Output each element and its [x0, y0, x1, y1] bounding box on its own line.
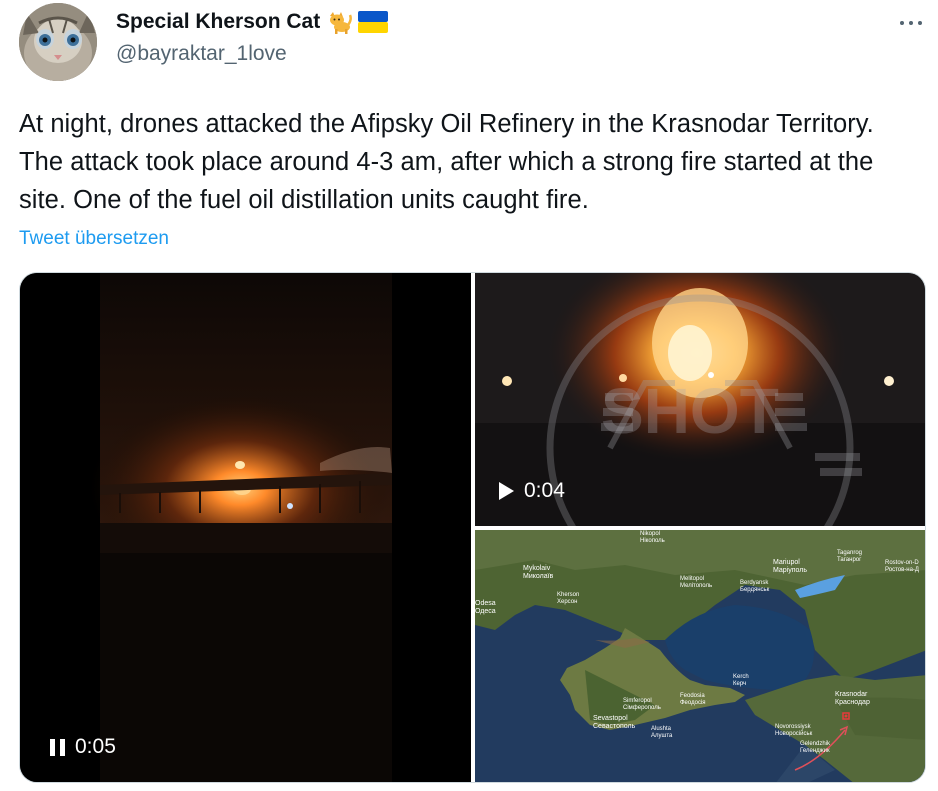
video-player-left[interactable]: 0:05 — [20, 273, 471, 782]
svg-text:Novorossiysk: Novorossiysk — [775, 724, 812, 730]
svg-text:Gelendzhik: Gelendzhik — [800, 741, 831, 747]
svg-text:Сімферополь: Сімферополь — [623, 705, 661, 711]
svg-text:Odesa: Odesa — [475, 600, 496, 607]
media-grid: 0:05 SHOT 0:04 Mykolaiv Миколаїв Odesa О… — [19, 272, 926, 783]
svg-text:Геленджик: Геленджик — [800, 748, 830, 754]
svg-text:Krasnodar: Krasnodar — [835, 691, 868, 698]
crimea-satellite-map: Mykolaiv Миколаїв Odesa Одеса Kherson Хе… — [475, 530, 925, 782]
svg-text:Таганрог: Таганрог — [837, 557, 862, 563]
author-handle[interactable]: @bayraktar_1love — [116, 42, 287, 66]
svg-text:Херсон: Херсон — [557, 599, 577, 605]
pause-icon[interactable] — [50, 738, 65, 756]
tweet-text: At night, drones attacked the Afipsky Oi… — [19, 110, 874, 214]
more-dot-icon — [918, 21, 922, 25]
svg-text:Нікополь: Нікополь — [640, 538, 665, 544]
video-player-right[interactable]: SHOT 0:04 — [475, 273, 925, 526]
refinery-fire-video-frame — [20, 273, 471, 782]
svg-text:Бердянськ: Бердянськ — [740, 587, 770, 593]
ukraine-flag-icon — [358, 11, 389, 33]
svg-text:Феодосія: Феодосія — [680, 700, 706, 706]
svg-text:Melitopol: Melitopol — [680, 576, 704, 582]
svg-text:Taganrog: Taganrog — [837, 550, 862, 556]
video-time-left: 0:05 — [75, 735, 116, 758]
svg-text:Маріуполь: Маріуполь — [773, 566, 807, 574]
translate-tweet-link[interactable]: Tweet übersetzen — [19, 228, 169, 250]
author-name[interactable]: Special Kherson Cat — [116, 10, 320, 34]
svg-text:Alushta: Alushta — [651, 726, 672, 732]
svg-text:Feodosia: Feodosia — [680, 693, 705, 699]
play-icon[interactable] — [499, 482, 514, 500]
video-time-right: 0:04 — [524, 479, 565, 502]
svg-text:Ростов-на-Д: Ростов-на-Д — [885, 567, 919, 573]
cat-avatar-image — [19, 3, 97, 81]
svg-text:Новоросійськ: Новоросійськ — [775, 730, 813, 737]
svg-text:Миколаїв: Миколаїв — [523, 573, 554, 580]
svg-text:Kerch: Kerch — [733, 674, 749, 680]
svg-text:Sevastopol: Sevastopol — [593, 715, 628, 722]
more-dot-icon — [909, 21, 913, 25]
svg-text:Nikopol: Nikopol — [640, 531, 660, 537]
svg-text:Simferopol: Simferopol — [623, 698, 652, 704]
map-image[interactable]: Mykolaiv Миколаїв Odesa Одеса Kherson Хе… — [475, 530, 925, 782]
cat-emoji-icon — [330, 12, 353, 34]
svg-text:Rostov-on-D: Rostov-on-D — [885, 560, 919, 566]
video-time-badge-left[interactable]: 0:05 — [50, 735, 116, 759]
more-dot-icon — [900, 21, 904, 25]
svg-text:Kherson: Kherson — [557, 592, 579, 598]
svg-text:SHOT: SHOT — [601, 375, 779, 447]
svg-text:Mariupol: Mariupol — [773, 559, 800, 566]
svg-text:Одеса: Одеса — [475, 608, 496, 615]
svg-text:Севастополь: Севастополь — [593, 723, 636, 730]
video-time-badge-right[interactable]: 0:04 — [499, 479, 565, 503]
svg-text:Керч: Керч — [733, 681, 746, 687]
author-name-row[interactable]: Special Kherson Cat — [116, 10, 389, 34]
more-options-button[interactable] — [898, 12, 924, 34]
svg-text:Mykolaiv: Mykolaiv — [523, 565, 551, 572]
svg-text:Алушта: Алушта — [651, 733, 673, 739]
svg-text:Berdyansk: Berdyansk — [740, 580, 769, 586]
avatar[interactable] — [19, 3, 97, 81]
svg-text:Краснодар: Краснодар — [835, 699, 870, 706]
svg-text:Мелітополь: Мелітополь — [680, 583, 712, 589]
